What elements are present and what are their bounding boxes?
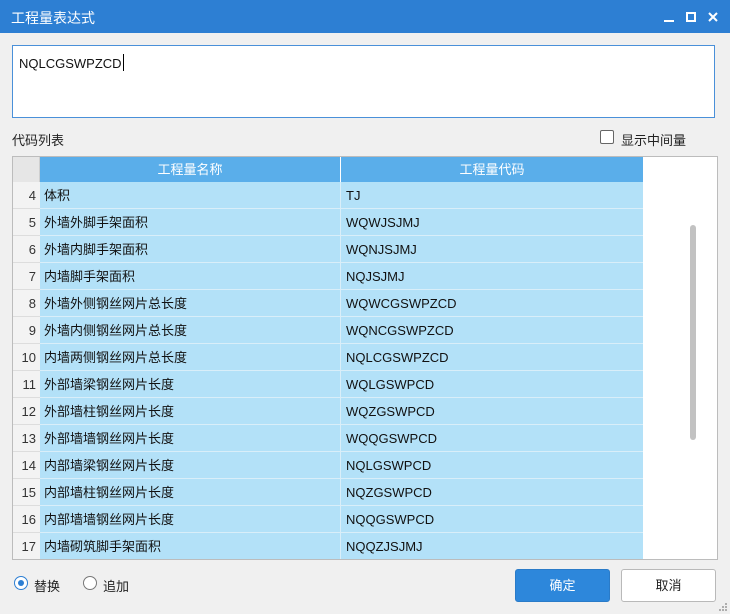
row-number: 14: [13, 452, 40, 479]
row-number: 7: [13, 263, 40, 290]
quantity-name-cell[interactable]: 内部墙柱钢丝网片长度: [40, 479, 341, 506]
row-number: 5: [13, 209, 40, 236]
quantity-name-cell[interactable]: 外墙内脚手架面积: [40, 236, 341, 263]
quantity-code-cell[interactable]: NQLGSWPCD: [341, 452, 643, 479]
table-row[interactable]: 17 内墙砌筑脚手架面积 NQQZJSJMJ: [13, 533, 643, 559]
row-number: 6: [13, 236, 40, 263]
quantity-code-cell[interactable]: WQNJSJMJ: [341, 236, 643, 263]
quantity-name-cell[interactable]: 外部墙梁钢丝网片长度: [40, 371, 341, 398]
ok-button[interactable]: 确定: [515, 569, 610, 602]
radio-unselected-icon[interactable]: [83, 576, 97, 590]
quantity-name-cell[interactable]: 内部墙墙钢丝网片长度: [40, 506, 341, 533]
resize-grip-icon[interactable]: [718, 602, 728, 612]
quantity-code-cell[interactable]: WQWJSJMJ: [341, 209, 643, 236]
row-number: 8: [13, 290, 40, 317]
quantity-code-cell[interactable]: WQNCGSWPZCD: [341, 317, 643, 344]
quantity-code-cell[interactable]: WQZGSWPCD: [341, 398, 643, 425]
table-row[interactable]: 6 外墙内脚手架面积 WQNJSJMJ: [13, 236, 643, 263]
quantity-name-cell[interactable]: 内墙砌筑脚手架面积: [40, 533, 341, 559]
table-row[interactable]: 7 内墙脚手架面积 NQJSJMJ: [13, 263, 643, 290]
close-icon[interactable]: [700, 0, 726, 33]
quantity-code-cell[interactable]: NQLCGSWPZCD: [341, 344, 643, 371]
table-row[interactable]: 15 内部墙柱钢丝网片长度 NQZGSWPCD: [13, 479, 643, 506]
row-number: 12: [13, 398, 40, 425]
table-row[interactable]: 9 外墙内侧钢丝网片总长度 WQNCGSWPZCD: [13, 317, 643, 344]
table-row[interactable]: 5 外墙外脚手架面积 WQWJSJMJ: [13, 209, 643, 236]
dialog-window: 工程量表达式 NQLCGSWPZCD 代码列表 显示中间量 工程量名称 工程量代…: [0, 0, 730, 614]
quantity-code-cell[interactable]: WQQGSWPCD: [341, 425, 643, 452]
quantity-code-cell[interactable]: NQQGSWPCD: [341, 506, 643, 533]
quantity-name-cell[interactable]: 外墙外侧钢丝网片总长度: [40, 290, 341, 317]
show-intermediate-label: 显示中间量: [621, 133, 687, 148]
quantity-code-cell[interactable]: NQQZJSJMJ: [341, 533, 643, 559]
replace-label: 替换: [34, 579, 61, 594]
quantity-code-cell[interactable]: WQLGSWPCD: [341, 371, 643, 398]
append-label: 追加: [103, 579, 130, 594]
quantity-name-cell[interactable]: 内墙两侧钢丝网片总长度: [40, 344, 341, 371]
code-list-label: 代码列表: [12, 133, 65, 148]
table-row[interactable]: 13 外部墙墙钢丝网片长度 WQQGSWPCD: [13, 425, 643, 452]
row-number-header: [13, 157, 40, 182]
expression-input[interactable]: NQLCGSWPZCD: [12, 45, 715, 118]
table-row[interactable]: 10 内墙两侧钢丝网片总长度 NQLCGSWPZCD: [13, 344, 643, 371]
quantity-name-cell[interactable]: 外部墙柱钢丝网片长度: [40, 398, 341, 425]
quantity-name-cell[interactable]: 外墙内侧钢丝网片总长度: [40, 317, 341, 344]
quantity-code-cell[interactable]: WQWCGSWPZCD: [341, 290, 643, 317]
quantity-name-cell[interactable]: 体积: [40, 182, 341, 209]
row-number: 4: [13, 182, 40, 209]
row-number: 11: [13, 371, 40, 398]
window-title: 工程量表达式: [11, 10, 95, 26]
table-row[interactable]: 16 内部墙墙钢丝网片长度 NQQGSWPCD: [13, 506, 643, 533]
quantity-name-cell[interactable]: 外部墙墙钢丝网片长度: [40, 425, 341, 452]
quantity-name-cell[interactable]: 内部墙梁钢丝网片长度: [40, 452, 341, 479]
row-number: 15: [13, 479, 40, 506]
vertical-scrollbar[interactable]: [690, 225, 696, 440]
table-row[interactable]: 4 体积 TJ: [13, 182, 643, 209]
expression-text: NQLCGSWPZCD: [19, 54, 124, 71]
quantity-code-cell[interactable]: NQZGSWPCD: [341, 479, 643, 506]
table-row[interactable]: 14 内部墙梁钢丝网片长度 NQLGSWPCD: [13, 452, 643, 479]
table-row[interactable]: 8 外墙外侧钢丝网片总长度 WQWCGSWPZCD: [13, 290, 643, 317]
column-header-code[interactable]: 工程量代码: [341, 157, 643, 182]
row-number: 9: [13, 317, 40, 344]
title-bar[interactable]: 工程量表达式: [0, 0, 730, 33]
quantity-name-cell[interactable]: 内墙脚手架面积: [40, 263, 341, 290]
row-number: 10: [13, 344, 40, 371]
quantity-code-cell[interactable]: TJ: [341, 182, 643, 209]
cancel-button[interactable]: 取消: [621, 569, 716, 602]
text-caret: [122, 54, 124, 71]
table-row[interactable]: 12 外部墙柱钢丝网片长度 WQZGSWPCD: [13, 398, 643, 425]
quantity-code-cell[interactable]: NQJSJMJ: [341, 263, 643, 290]
row-number: 17: [13, 533, 40, 559]
code-table[interactable]: 工程量名称 工程量代码 4 体积 TJ 5 外墙外脚手架面积 WQWJSJMJ 6 外墙内脚手…: [12, 156, 718, 560]
column-header-name[interactable]: 工程量名称: [40, 157, 341, 182]
radio-selected-icon[interactable]: [14, 576, 28, 590]
row-number: 16: [13, 506, 40, 533]
table-row[interactable]: 11 外部墙梁钢丝网片长度 WQLGSWPCD: [13, 371, 643, 398]
quantity-name-cell[interactable]: 外墙外脚手架面积: [40, 209, 341, 236]
row-number: 13: [13, 425, 40, 452]
checkbox-box[interactable]: [600, 130, 614, 144]
